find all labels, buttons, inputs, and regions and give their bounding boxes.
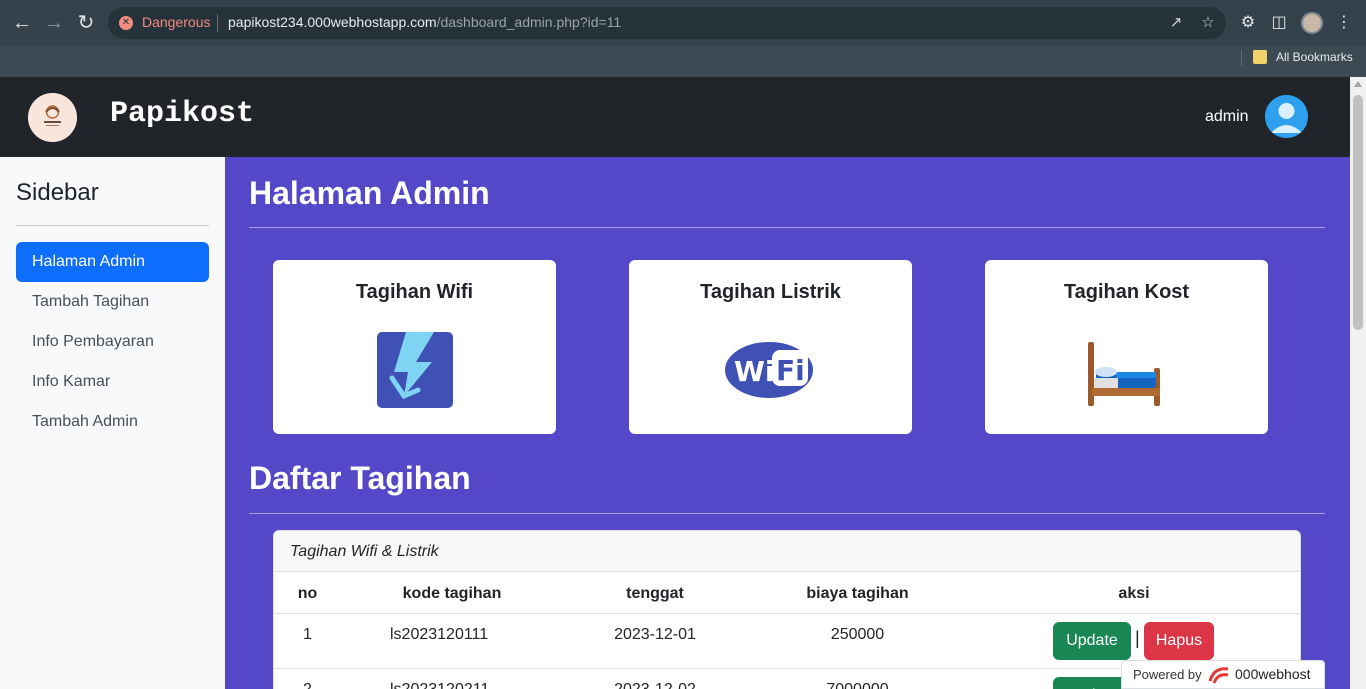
address-bar[interactable]: ✕ Dangerous papikost234.000webhostapp.co…	[108, 7, 1226, 39]
reload-icon[interactable]: ↻	[74, 11, 98, 35]
sidebar: Sidebar Halaman Admin Tambah Tagihan Inf…	[0, 157, 225, 689]
card-title: Tagihan Listrik	[700, 281, 841, 303]
table-caption: Tagihan Wifi & Listrik	[274, 531, 1300, 572]
card-tagihan-listrik[interactable]: Tagihan Listrik Wi Fi	[629, 260, 912, 434]
forward-icon[interactable]: →	[42, 11, 66, 35]
cell-biaya: 7000000	[779, 681, 936, 689]
update-button[interactable]: Update	[1053, 622, 1131, 660]
card-title: Tagihan Kost	[1063, 281, 1190, 303]
powered-by-badge[interactable]: Powered by 000webhost	[1121, 660, 1325, 689]
star-icon[interactable]: ☆	[1198, 13, 1218, 33]
sidebar-item-label: Tambah Tagihan	[32, 293, 150, 310]
folder-icon	[1253, 50, 1267, 64]
cell-tenggat: 2023-12-01	[614, 626, 696, 643]
sidebar-item-tambah-tagihan[interactable]: Tambah Tagihan	[16, 282, 209, 322]
card-tagihan-kost[interactable]: Tagihan Kost	[985, 260, 1268, 434]
webhost-logo-icon	[1208, 665, 1230, 685]
url-text[interactable]: papikost234.000webhostapp.com/dashboard_…	[228, 14, 621, 30]
sidebar-item-info-kamar[interactable]: Info Kamar	[16, 362, 209, 402]
browser-chrome: ← → ↻ ✕ Dangerous papikost234.000webhost…	[0, 0, 1366, 77]
svg-text:Fi: Fi	[776, 354, 805, 387]
delete-button[interactable]: Hapus	[1144, 622, 1214, 660]
update-button[interactable]: Update	[1053, 677, 1131, 689]
security-label[interactable]: Dangerous	[142, 14, 211, 30]
wifi-icon: Wi Fi	[725, 330, 813, 410]
side-panel-icon[interactable]: ◫	[1268, 12, 1290, 34]
main-content: Halaman Admin Tagihan Wifi Tagihan Listr…	[225, 157, 1350, 689]
card-tagihan-wifi[interactable]: Tagihan Wifi	[273, 260, 556, 434]
column-header-no: no	[297, 585, 318, 602]
sidebar-divider	[16, 225, 209, 226]
svg-text:Wi: Wi	[734, 355, 774, 388]
omnibox-divider	[217, 14, 218, 32]
column-header-tenggat: tenggat	[626, 585, 684, 602]
top-navbar: Papikost admin	[0, 77, 1350, 157]
column-header-aksi: aksi	[1118, 585, 1150, 602]
bookmarks-divider	[1241, 50, 1242, 66]
back-icon[interactable]: ←	[10, 11, 34, 35]
danger-icon[interactable]: ✕	[119, 16, 133, 30]
page-scrollbar[interactable]	[1350, 77, 1366, 689]
sidebar-item-label: Halaman Admin	[32, 253, 145, 270]
title-divider	[249, 227, 1325, 228]
cell-biaya: 250000	[830, 626, 885, 643]
all-bookmarks-link[interactable]: All Bookmarks	[1276, 50, 1353, 64]
sidebar-item-halaman-admin[interactable]: Halaman Admin	[16, 242, 209, 282]
menu-dots-icon[interactable]: ⋮	[1333, 12, 1355, 34]
sidebar-item-label: Info Kamar	[32, 373, 111, 390]
card-title: Tagihan Wifi	[355, 281, 474, 303]
section-divider	[249, 513, 1325, 514]
host-name: 000webhost	[1235, 666, 1311, 682]
column-header-biaya: biaya tagihan	[806, 585, 909, 602]
cell-tenggat: 2023-12-02	[584, 681, 726, 689]
column-header-kode: kode tagihan	[402, 585, 502, 602]
scroll-up-icon[interactable]	[1354, 81, 1362, 87]
url-host: papikost234.000webhostapp.com	[228, 14, 437, 30]
page-title: Halaman Admin	[249, 175, 490, 211]
user-name: admin	[1205, 108, 1249, 125]
cell-kode: ls2023120111	[390, 626, 489, 643]
action-separator: |	[1135, 628, 1140, 648]
page-viewport: Papikost admin Sidebar Halaman Admin Tam…	[0, 77, 1350, 689]
brand-name[interactable]: Papikost	[110, 97, 254, 131]
scroll-thumb[interactable]	[1353, 95, 1363, 330]
url-path: /dashboard_admin.php?id=11	[436, 14, 622, 30]
share-icon[interactable]: ↗	[1166, 13, 1186, 33]
row-divider	[274, 613, 1300, 614]
logo-icon[interactable]	[28, 93, 77, 142]
sidebar-item-tambah-admin[interactable]: Tambah Admin	[16, 402, 209, 442]
sidebar-item-info-pembayaran[interactable]: Info Pembayaran	[16, 322, 209, 362]
sidebar-item-label: Tambah Admin	[32, 413, 138, 430]
bed-icon	[1086, 330, 1166, 410]
table-caption-text: Tagihan Wifi & Listrik	[290, 543, 439, 560]
cell-kode: ls2023120211	[379, 681, 525, 689]
cell-no: 2	[274, 681, 341, 689]
profile-avatar-icon[interactable]	[1301, 12, 1323, 34]
section-title: Daftar Tagihan	[249, 460, 471, 496]
cell-no: 1	[303, 626, 312, 643]
user-avatar-icon[interactable]	[1265, 95, 1308, 138]
extensions-icon[interactable]: ⚙	[1237, 12, 1259, 34]
lightning-icon	[374, 330, 454, 410]
sidebar-item-label: Info Pembayaran	[32, 333, 154, 350]
sidebar-title: Sidebar	[16, 179, 99, 206]
powered-by-text: Powered by	[1133, 667, 1202, 682]
